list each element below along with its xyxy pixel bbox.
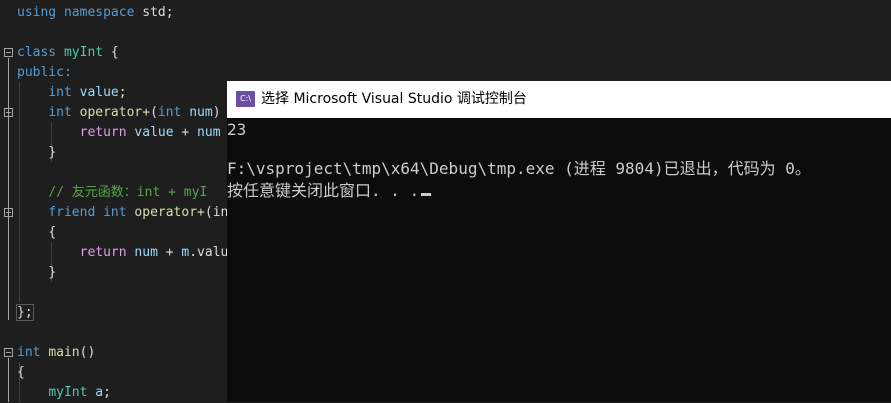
console-output-line: 23 (227, 120, 247, 139)
variable: value (134, 125, 174, 140)
keyword: return (79, 125, 127, 140)
keyword: int (17, 345, 41, 360)
text-cursor (421, 193, 432, 196)
fold-guide-main (8, 358, 9, 402)
fold-guide-class (8, 58, 9, 320)
comment: // 友元函数：int + myI (48, 185, 208, 200)
code-text: () (79, 345, 96, 360)
code-text: { (17, 365, 25, 380)
console-prompt-line: 按任意键关闭此窗口. . . (227, 179, 432, 203)
variable: num (134, 245, 158, 260)
code-text: + (157, 245, 182, 260)
keyword: class (17, 45, 57, 60)
keyword: public: (17, 65, 72, 80)
variable: num (189, 105, 213, 120)
variable: value (79, 85, 119, 100)
keyword: int (157, 105, 182, 120)
code-line-5[interactable]: int operator+(int num) (17, 103, 221, 123)
code-text: ; (103, 385, 111, 400)
visual-studio-icon: C:\ (236, 91, 255, 107)
code-text: ; (118, 85, 127, 100)
code-line-17[interactable]: int main() (17, 343, 95, 363)
code-line-11[interactable]: { (17, 223, 56, 243)
keyword: return (79, 245, 127, 260)
code-line-13[interactable]: } (17, 263, 56, 283)
code-text: { (103, 45, 119, 60)
code-line-19[interactable]: myInt a; (17, 383, 111, 403)
console-exit-line: F:\vsproject\tmp\x64\Debug\tmp.exe (进程 9… (227, 159, 811, 178)
keyword: using (17, 5, 57, 20)
code-text: (in (204, 205, 229, 220)
code-text: + (173, 125, 198, 140)
fold-toggle-main[interactable] (4, 348, 13, 357)
code-line-12[interactable]: return num + m.valu (17, 243, 229, 263)
keyword: int (103, 205, 127, 220)
code-line-9[interactable]: // 友元函数：int + myI (17, 183, 207, 203)
fold-toggle-friend[interactable] (4, 208, 13, 217)
keyword: int (48, 105, 72, 120)
keyword: namespace (63, 5, 135, 20)
code-line-3[interactable]: public: (17, 63, 72, 83)
code-line-6[interactable]: return value + num (17, 123, 221, 143)
class-name: myInt (48, 385, 88, 400)
keyword: friend (48, 205, 96, 220)
console-title-bar[interactable]: C:\ 选择 Microsoft Visual Studio 调试控制台 (227, 81, 891, 118)
code-text: } (48, 265, 57, 280)
code-line-2[interactable]: class myInt { (17, 43, 119, 63)
code-text: } (48, 145, 57, 160)
code-text: ( (150, 105, 158, 120)
function-name: operator+ (79, 105, 151, 120)
fold-toggle-operator[interactable] (4, 108, 13, 117)
function-name: main (48, 345, 80, 360)
code-text: }; (16, 304, 34, 321)
code-text: { (48, 225, 57, 240)
keyword: int (48, 85, 72, 100)
code-line-4[interactable]: int value; (17, 83, 127, 103)
function-name: operator+ (134, 205, 205, 220)
code-text: std; (134, 5, 174, 20)
variable: num (197, 125, 221, 140)
class-name: myInt (63, 45, 104, 60)
fold-toggle-class[interactable] (4, 48, 13, 57)
code-line-15[interactable]: }; (16, 303, 34, 323)
window-title: 选择 Microsoft Visual Studio 调试控制台 (261, 91, 527, 107)
code-text: ) (212, 105, 221, 120)
code-text: .valu (189, 245, 229, 260)
variable: a (95, 385, 104, 400)
console-prompt-text: 按任意键关闭此窗口. . . (227, 181, 420, 200)
code-line-10[interactable]: friend int operator+(in (17, 203, 228, 223)
code-line-7[interactable]: } (17, 143, 56, 163)
code-line-1[interactable]: using namespace std; (17, 3, 174, 23)
debug-console-window[interactable]: C:\ 选择 Microsoft Visual Studio 调试控制台 23 … (227, 81, 891, 402)
code-line-18[interactable]: { (17, 363, 25, 383)
